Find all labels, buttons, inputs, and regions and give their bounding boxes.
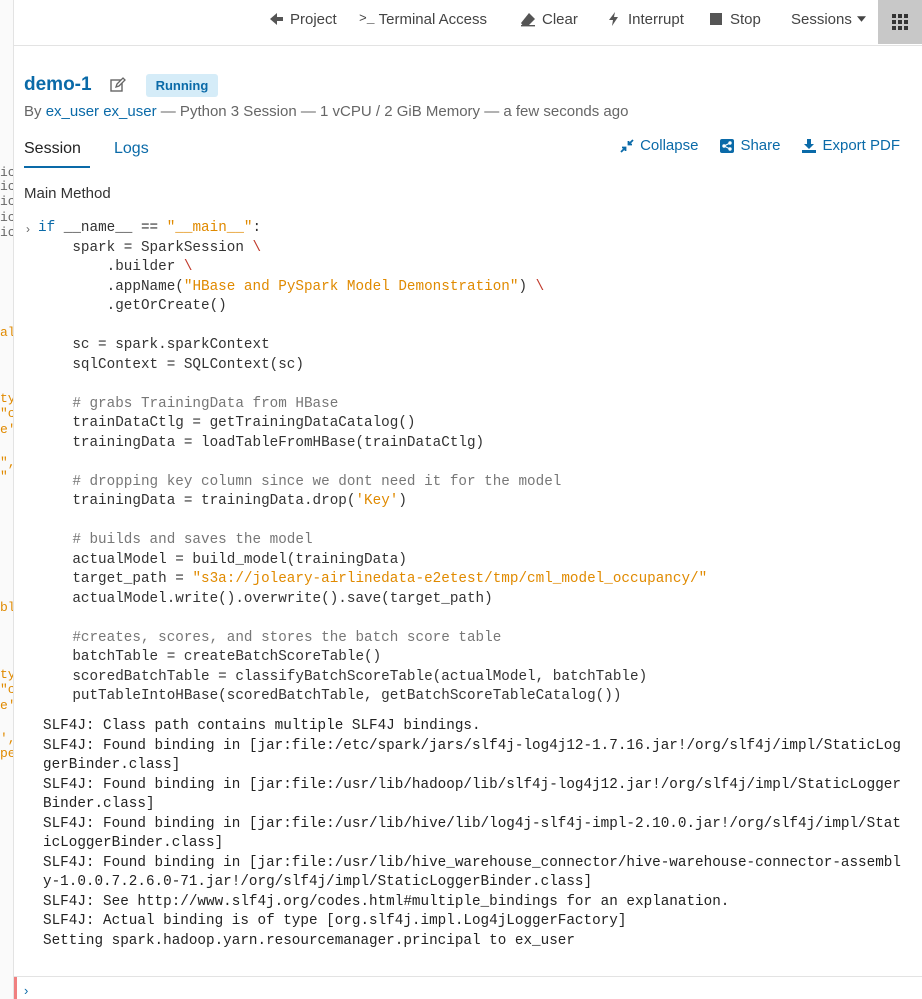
- stop-label: Stop: [730, 10, 761, 28]
- output-line: SLF4J: Class path contains multiple SLF4…: [43, 718, 481, 734]
- clipped-code-fragment: e': [0, 422, 13, 437]
- clipped-code-fragment: ",: [0, 455, 13, 470]
- code-line: actualModel = build_model(trainingData): [38, 551, 407, 568]
- session-header: demo-1 Running: [24, 72, 219, 98]
- clipped-code-fragment: bl: [0, 600, 13, 615]
- code-comment: #creates, scores, and stores the batch s…: [38, 629, 502, 646]
- output-line: SLF4J: Found binding in [jar:file:/usr/l…: [43, 815, 901, 832]
- code-line: .getOrCreate(): [38, 298, 227, 314]
- sessions-dropdown[interactable]: Sessions: [791, 0, 866, 38]
- clipped-code-fragment: ty: [0, 391, 13, 406]
- prompt-chevron-icon: ›: [24, 983, 29, 998]
- clipped-code-fragment: e': [0, 698, 13, 713]
- output-line: SLF4J: See http://www.slf4j.org/codes.ht…: [43, 893, 730, 910]
- clipped-code-fragment: ic: [0, 165, 13, 180]
- clipped-code-fragment: ic: [0, 194, 13, 209]
- code-line: putTableIntoHBase(scoredBatchTable, getB…: [38, 688, 622, 704]
- clipped-code-fragment: ',: [0, 731, 13, 746]
- cell-output: SLF4J: Class path contains multiple SLF4…: [43, 717, 901, 951]
- share-button[interactable]: Share: [720, 137, 780, 154]
- command-input[interactable]: ›: [14, 976, 922, 999]
- clipped-code-fragment: pe: [0, 746, 13, 761]
- session-actions: Collapse Share Export PDF: [620, 137, 900, 154]
- arrow-left-icon: [270, 13, 283, 25]
- eraser-icon: [521, 13, 535, 27]
- terminal-label: Terminal Access: [378, 10, 487, 28]
- status-badge: Running: [145, 73, 219, 97]
- export-pdf-button[interactable]: Export PDF: [802, 137, 900, 154]
- collapse-label: Collapse: [640, 137, 699, 154]
- output-line: SLF4J: Actual binding is of type [org.sl…: [43, 913, 627, 929]
- compress-icon: [620, 138, 634, 153]
- interrupt-label: Interrupt: [628, 10, 684, 28]
- app-grid-button[interactable]: [878, 0, 922, 44]
- code-line: .appName("HBase and PySpark Model Demons…: [38, 278, 545, 295]
- edit-icon[interactable]: [109, 77, 126, 93]
- code-line: if __name__ == "__main__":: [38, 220, 262, 236]
- clear-button[interactable]: Clear: [520, 0, 578, 38]
- clear-label: Clear: [542, 10, 578, 28]
- output-line: icLoggerBinder.class]: [43, 835, 224, 851]
- code-line: sc = spark.sparkContext: [38, 337, 270, 353]
- code-line: .builder \: [38, 259, 193, 275]
- terminal-access-button[interactable]: >_ Terminal Access: [359, 0, 487, 38]
- code-comment: # grabs TrainingData from HBase: [38, 395, 339, 412]
- code-line: trainDataCtlg = getTrainingDataCatalog(): [38, 415, 416, 431]
- session-title: demo-1: [24, 74, 92, 95]
- interrupt-button[interactable]: Interrupt: [606, 0, 684, 38]
- code-line: actualModel.write().overwrite().save(tar…: [38, 590, 493, 607]
- collapse-button[interactable]: Collapse: [620, 137, 698, 154]
- terminal-icon: >_: [359, 11, 375, 26]
- code-line: target_path = "s3a://joleary-airlinedata…: [38, 571, 708, 587]
- output-line: gerBinder.class]: [43, 757, 181, 773]
- sessions-label: Sessions: [791, 10, 852, 28]
- output-line: Setting spark.hadoop.yarn.resourcemanage…: [43, 932, 575, 949]
- session-toolbar: Project >_ Terminal Access Clear Interru…: [14, 0, 922, 46]
- clipped-code-fragment: ic: [0, 179, 13, 194]
- stop-icon: [710, 13, 722, 25]
- code-line: trainingData = loadTableFromHBase(trainD…: [38, 434, 485, 451]
- output-line: SLF4J: Found binding in [jar:file:/usr/l…: [43, 776, 901, 793]
- share-label: Share: [740, 137, 781, 154]
- session-meta: By ex_user ex_user — Python 3 Session — …: [24, 103, 628, 120]
- section-heading: Main Method: [24, 185, 111, 202]
- meta-by: By: [24, 103, 42, 120]
- clipped-code-fragment: ic: [0, 225, 13, 240]
- output-line: Binder.class]: [43, 796, 155, 812]
- code-line: trainingData = trainingData.drop('Key'): [38, 493, 407, 509]
- clipped-code-fragment: "c: [0, 682, 13, 697]
- code-line: spark = SparkSession \: [38, 239, 262, 256]
- grid-icon: [892, 14, 908, 30]
- code-comment: # builds and saves the model: [38, 532, 313, 548]
- code-comment: # dropping key column since we dont need…: [38, 473, 562, 490]
- download-icon: [802, 138, 817, 153]
- code-line: sqlContext = SQLContext(sc): [38, 356, 304, 373]
- left-editor-strip: ic ic ic ic ic al ty "c e' ", " bl ty "c…: [0, 0, 14, 999]
- code-line: scoredBatchTable = classifyBatchScoreTab…: [38, 668, 648, 685]
- stop-button[interactable]: Stop: [708, 0, 761, 38]
- input-indicator: [14, 977, 17, 999]
- output-line: SLF4J: Found binding in [jar:file:/usr/l…: [43, 854, 901, 871]
- project-label: Project: [290, 10, 337, 28]
- clipped-code-fragment: "c: [0, 406, 13, 421]
- tab-session[interactable]: Session: [24, 140, 90, 168]
- code-cell[interactable]: if __name__ == "__main__": spark = Spark…: [38, 219, 707, 707]
- clipped-code-fragment: al: [0, 325, 13, 340]
- clipped-code-fragment: ty: [0, 667, 13, 682]
- clipped-code-fragment: ic: [0, 210, 13, 225]
- chevron-right-icon[interactable]: ›: [26, 222, 30, 236]
- share-icon: [720, 138, 735, 153]
- meta-details: — Python 3 Session — 1 vCPU / 2 GiB Memo…: [160, 103, 629, 120]
- clipped-code-fragment: ": [0, 469, 8, 484]
- output-line: SLF4J: Found binding in [jar:file:/etc/s…: [43, 737, 901, 754]
- bolt-icon: [609, 12, 618, 26]
- export-label: Export PDF: [822, 137, 900, 154]
- caret-down-icon: [856, 16, 866, 22]
- output-line: y-1.0.0.7.2.6.0-71.jar!/org/slf4j/impl/S…: [43, 874, 593, 890]
- code-line: batchTable = createBatchScoreTable(): [38, 649, 382, 665]
- project-button[interactable]: Project: [268, 0, 337, 38]
- tab-logs[interactable]: Logs: [114, 140, 149, 158]
- user-link[interactable]: ex_user ex_user: [46, 103, 157, 120]
